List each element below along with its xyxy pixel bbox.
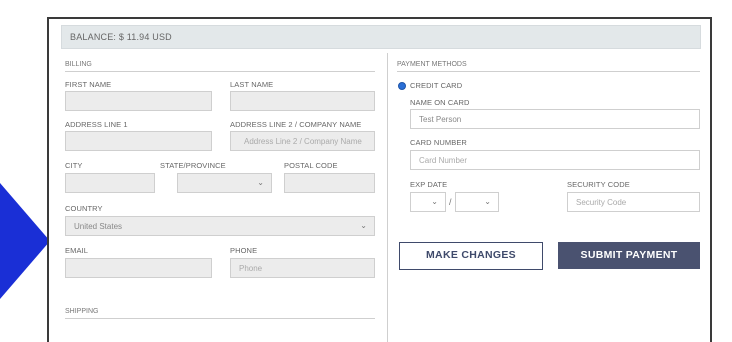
phone-input[interactable]: Phone [230, 258, 375, 278]
phone-label: PHONE [230, 246, 258, 255]
postal-code-label: POSTAL CODE [284, 161, 338, 170]
email-label: EMAIL [65, 246, 89, 255]
first-name-label: FIRST NAME [65, 80, 112, 89]
security-code-label: SECURITY CODE [567, 180, 630, 189]
name-on-card-label: NAME ON CARD [410, 98, 470, 107]
state-label: STATE/PROVINCE [160, 161, 226, 170]
exp-date-separator: / [449, 197, 452, 207]
address1-label: ADDRESS LINE 1 [65, 120, 128, 129]
last-name-label: LAST NAME [230, 80, 274, 89]
exp-year-chevron-down-icon: ⌄ [484, 197, 491, 206]
address2-input[interactable]: Address Line 2 / Company Name [230, 131, 375, 151]
address2-label: ADDRESS LINE 2 / COMPANY NAME [230, 120, 362, 129]
exp-month-chevron-down-icon: ⌄ [431, 197, 438, 206]
credit-card-radio[interactable] [398, 82, 406, 90]
balance-bar: BALANCE: $ 11.94 USD [61, 25, 701, 49]
city-input[interactable] [65, 173, 155, 193]
billing-section-label: BILLING [65, 61, 92, 68]
balance-text: BALANCE: $ 11.94 USD [70, 32, 172, 42]
security-code-input[interactable]: Security Code [567, 192, 700, 212]
security-code-placeholder: Security Code [576, 198, 627, 207]
card-number-placeholder: Card Number [419, 156, 468, 165]
billing-divider [65, 71, 375, 72]
payment-methods-label: PAYMENT METHODS [397, 61, 467, 68]
state-select[interactable]: ⌄ [177, 173, 272, 193]
credit-card-label: CREDIT CARD [410, 81, 463, 90]
phone-placeholder: Phone [239, 264, 263, 273]
country-value: United States [74, 222, 123, 231]
exp-month-select[interactable]: ⌄ [410, 192, 446, 212]
shipping-section-label: SHIPPING [65, 308, 99, 315]
exp-year-select[interactable]: ⌄ [455, 192, 499, 212]
payment-divider [397, 71, 700, 72]
pointer-arrow-icon [0, 183, 50, 299]
card-number-input[interactable]: Card Number [410, 150, 700, 170]
shipping-divider [65, 318, 375, 319]
address2-placeholder: Address Line 2 / Company Name [244, 137, 362, 146]
country-chevron-down-icon: ⌄ [360, 221, 367, 230]
state-chevron-down-icon: ⌄ [257, 178, 264, 187]
city-label: CITY [65, 161, 83, 170]
submit-payment-button[interactable]: SUBMIT PAYMENT [558, 242, 700, 269]
checkout-panel: BALANCE: $ 11.94 USD BILLING FIRST NAME … [47, 17, 712, 342]
column-divider [387, 53, 388, 342]
name-on-card-input[interactable]: Test Person [410, 109, 700, 129]
make-changes-button[interactable]: MAKE CHANGES [399, 242, 543, 270]
country-select[interactable]: United States ⌄ [65, 216, 375, 236]
exp-date-label: EXP DATE [410, 180, 448, 189]
card-number-label: CARD NUMBER [410, 138, 467, 147]
address1-input[interactable] [65, 131, 212, 151]
postal-code-input[interactable] [284, 173, 375, 193]
name-on-card-value: Test Person [419, 115, 462, 124]
country-label: COUNTRY [65, 204, 103, 213]
first-name-input[interactable] [65, 91, 212, 111]
email-input[interactable] [65, 258, 212, 278]
last-name-input[interactable] [230, 91, 375, 111]
